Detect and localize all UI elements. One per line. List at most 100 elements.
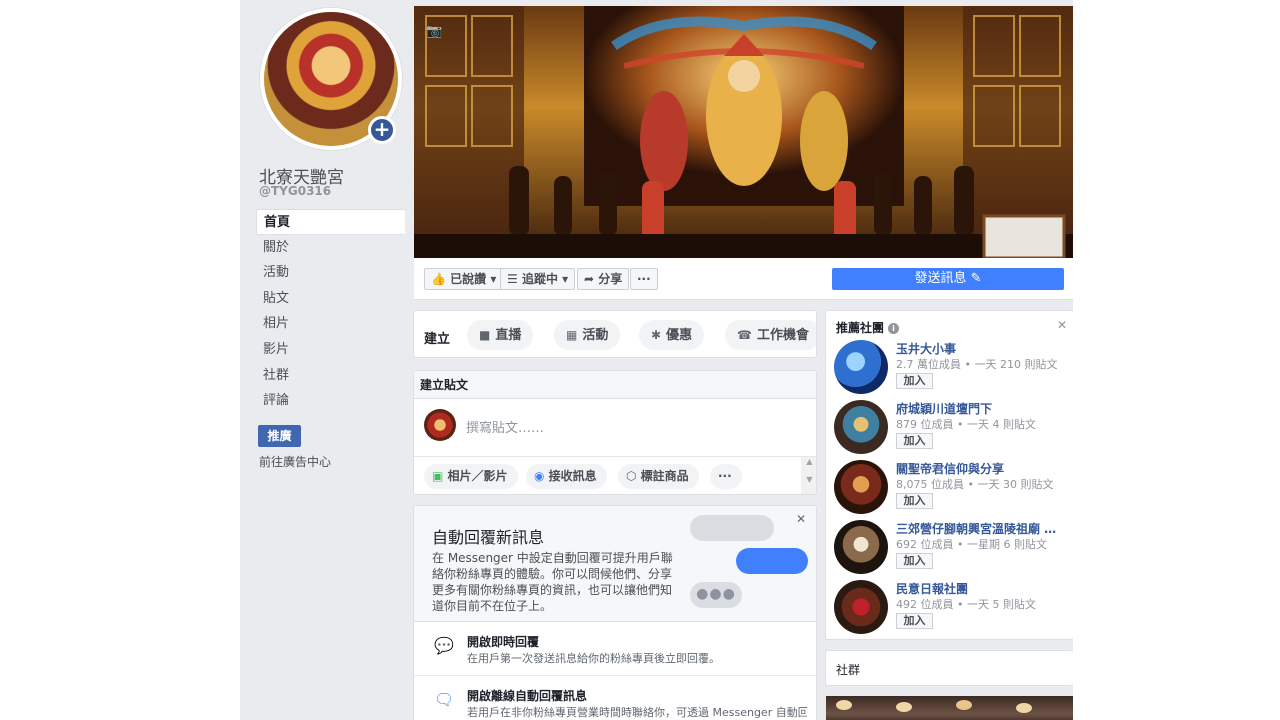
share-button[interactable]: ➦ 分享 — [577, 268, 630, 290]
group-meta: 492 位成員 • 一天 5 則貼文 — [896, 598, 1036, 611]
group-image[interactable] — [834, 460, 888, 514]
more-options-button[interactable]: ··· — [630, 268, 658, 290]
away-message-desc: 若用戶在非你粉絲專頁營業時間時聯絡你，可透過 Messenger 自動回覆 — [467, 706, 807, 719]
list-item: 民意日報社團 492 位成員 • 一天 5 則貼文 加入 — [834, 580, 1073, 639]
group-meta: 879 位成員 • 一天 4 則貼文 — [896, 418, 1036, 431]
page-handle[interactable]: @TYG0316 — [259, 184, 331, 198]
close-icon[interactable]: ✕ — [1057, 318, 1067, 332]
suggested-groups-title-text: 推薦社團 — [836, 321, 885, 335]
create-job-button[interactable]: ☎ 工作機會 — [725, 320, 816, 350]
list-item: 關聖帝君信仰與分享 8,075 位成員 • 一天 30 則貼文 加入 — [834, 460, 1073, 520]
camera-icon[interactable]: 📷 — [426, 24, 442, 39]
post-more-button[interactable]: ··· — [710, 464, 742, 489]
offer-tag-icon: ✱ — [651, 328, 662, 342]
group-image[interactable] — [834, 580, 888, 634]
group-name[interactable]: 三郊營仔腳朝興宮溫陵祖廟 … — [896, 520, 1068, 537]
join-group-button[interactable]: 加入 — [896, 493, 933, 509]
list-item: 玉井大小事 2.7 萬位成員 • 一天 210 則貼文 加入 — [834, 340, 1073, 400]
page-container: + 北寮天艷宮 @TYG0316 首頁 關於 活動 貼文 相片 影片 社群 評論… — [240, 0, 1073, 720]
join-group-button[interactable]: 加入 — [896, 553, 933, 569]
photo-video-label: 相片／影片 — [447, 469, 508, 483]
create-live-label: 直播 — [495, 328, 522, 343]
tag-icon: ⬡ — [626, 469, 637, 483]
instant-reply-desc: 在用戶第一次發送訊息給你的粉絲專頁後立即回覆。 — [467, 652, 720, 665]
nav-item-about[interactable]: 關於 — [256, 235, 405, 261]
community-photo[interactable] — [826, 696, 1073, 720]
nav-item-events[interactable]: 活動 — [256, 260, 405, 286]
thumbs-up-icon: 👍 — [431, 272, 446, 286]
post-actions-bar: ▣ 相片／影片 ◉ 接收訊息 ⬡ 標註商品 ··· ▲ ▼ — [414, 456, 816, 494]
nav-item-reviews[interactable]: 評論 — [256, 388, 405, 414]
liked-button[interactable]: 👍 已說讚 ▾ — [424, 268, 504, 290]
ads-center-link[interactable]: 前往廣告中心 — [259, 453, 331, 470]
tag-products-label: 標註商品 — [640, 469, 689, 483]
away-message-title: 開啟離線自動回覆訊息 — [467, 689, 588, 703]
chat-smile-icon: 💬 — [434, 636, 454, 655]
close-icon[interactable]: ✕ — [796, 512, 806, 526]
video-camera-icon: ■ — [479, 328, 491, 342]
photo-icon: ▣ — [432, 469, 444, 483]
info-icon[interactable]: i — [888, 323, 900, 334]
create-live-button[interactable]: ■ 直播 — [467, 320, 534, 350]
away-message-row[interactable]: 🗨 開啟離線自動回覆訊息 若用戶在非你粉絲專頁營業時間時聯絡你，可透過 Mess… — [414, 676, 816, 720]
page-nav: 首頁 關於 活動 貼文 相片 影片 社群 評論 — [256, 209, 405, 414]
auto-reply-title: 自動回覆新訊息 — [432, 528, 545, 547]
rss-icon: ☰ — [507, 272, 518, 286]
messenger-icon: ◉ — [534, 469, 545, 483]
create-job-label: 工作機會 — [756, 328, 809, 343]
group-name[interactable]: 關聖帝君信仰與分享 — [896, 460, 1068, 477]
send-message-button[interactable]: 發送訊息 ✎ — [832, 268, 1064, 290]
nav-item-home[interactable]: 首頁 — [256, 209, 405, 235]
join-group-button[interactable]: 加入 — [896, 433, 933, 449]
cover-photo[interactable]: 📷 — [414, 6, 1073, 258]
nav-item-posts[interactable]: 貼文 — [256, 286, 405, 312]
share-label: 分享 — [598, 272, 623, 286]
add-profile-picture-icon[interactable]: + — [368, 116, 396, 144]
auto-reply-promo: 自動回覆新訊息 在 Messenger 中設定自動回覆可提升用戶聯絡你粉絲專頁的… — [414, 506, 816, 622]
join-group-button[interactable]: 加入 — [896, 373, 933, 389]
create-card: 建立 ■ 直播 ▦ 活動 ✱ 優惠 ☎ 工作機會 — [413, 310, 817, 358]
chat-bubble-illustration — [736, 548, 808, 574]
typing-indicator-illustration: ●●● — [690, 582, 742, 608]
get-messages-button[interactable]: ◉ 接收訊息 — [526, 464, 607, 489]
create-event-button[interactable]: ▦ 活動 — [554, 320, 621, 350]
join-group-button[interactable]: 加入 — [896, 613, 933, 629]
chat-bubble-illustration — [690, 515, 774, 541]
group-name[interactable]: 府城穎川道壇門下 — [896, 400, 1068, 417]
group-image[interactable] — [834, 400, 888, 454]
list-item: 三郊營仔腳朝興宮溫陵祖廟 … 692 位成員 • 一星期 6 則貼文 加入 — [834, 520, 1073, 580]
create-label: 建立 — [424, 332, 451, 347]
group-image[interactable] — [834, 340, 888, 394]
create-offer-button[interactable]: ✱ 優惠 — [639, 320, 705, 350]
group-meta: 692 位成員 • 一星期 6 則貼文 — [896, 538, 1047, 551]
pencil-icon: ✎ — [970, 271, 982, 286]
community-card: 社群 — [825, 650, 1073, 686]
following-label: 追蹤中 — [521, 272, 558, 286]
auto-reply-card: 自動回覆新訊息 在 Messenger 中設定自動回覆可提升用戶聯絡你粉絲專頁的… — [413, 505, 817, 720]
group-meta: 8,075 位成員 • 一天 30 則貼文 — [896, 478, 1054, 491]
briefcase-icon: ☎ — [737, 328, 752, 342]
create-post-card: 建立貼文 撰寫貼文…… ▣ 相片／影片 ◉ 接收訊息 ⬡ 標註商品 ··· ▲ ▼ — [413, 370, 817, 495]
nav-item-photos[interactable]: 相片 — [256, 311, 405, 337]
nav-item-community[interactable]: 社群 — [256, 363, 405, 389]
list-item: 府城穎川道壇門下 879 位成員 • 一天 4 則貼文 加入 — [834, 400, 1073, 460]
group-meta: 2.7 萬位成員 • 一天 210 則貼文 — [896, 358, 1058, 371]
group-image[interactable] — [834, 520, 888, 574]
create-post-header: 建立貼文 — [414, 371, 816, 399]
post-composer-input[interactable]: 撰寫貼文…… — [466, 417, 544, 436]
following-button[interactable]: ☰ 追蹤中 ▾ — [500, 268, 576, 290]
group-name[interactable]: 玉井大小事 — [896, 340, 1068, 357]
instant-reply-row[interactable]: 💬 開啟即時回覆 在用戶第一次發送訊息給你的粉絲專頁後立即回覆。 — [414, 622, 816, 676]
nav-item-videos[interactable]: 影片 — [256, 337, 405, 363]
post-actions-scrollbar[interactable]: ▲ ▼ — [801, 457, 816, 494]
avatar — [424, 409, 456, 441]
share-arrow-icon: ➦ — [584, 272, 595, 286]
group-name[interactable]: 民意日報社團 — [896, 580, 1068, 597]
photo-video-button[interactable]: ▣ 相片／影片 — [424, 464, 518, 489]
instant-reply-title: 開啟即時回覆 — [467, 635, 540, 649]
community-title[interactable]: 社群 — [836, 661, 860, 678]
chat-clock-icon: 🗨 — [434, 690, 455, 709]
page-action-bar: 👍 已說讚 ▾ ☰ 追蹤中 ▾ ➦ 分享 ··· 發送訊息 ✎ — [414, 258, 1073, 300]
tag-products-button[interactable]: ⬡ 標註商品 — [618, 464, 699, 489]
promote-button[interactable]: 推廣 — [258, 425, 301, 447]
